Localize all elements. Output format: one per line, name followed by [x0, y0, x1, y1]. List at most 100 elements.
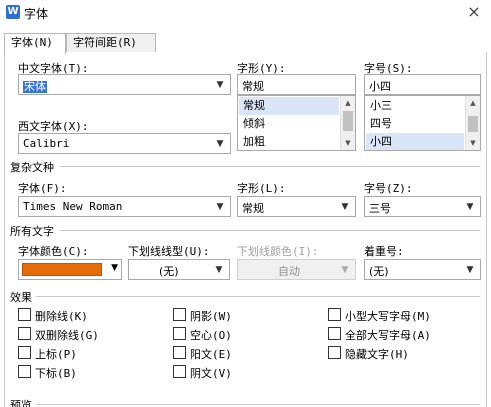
font-color-select[interactable]: ▼ — [18, 259, 122, 280]
checkbox-box[interactable] — [18, 365, 31, 378]
scroll-down-icon[interactable]: ▼ — [466, 137, 480, 149]
scroll-up-icon[interactable]: ▲ — [466, 97, 480, 109]
scroll-thumb[interactable] — [343, 111, 353, 131]
checkbox-box[interactable] — [173, 365, 186, 378]
checkbox-label: 下标(B) — [35, 367, 77, 380]
preview-group-divider — [36, 404, 480, 405]
preview-group-title: 预览 — [10, 397, 36, 407]
checkbox-box[interactable] — [328, 308, 341, 321]
chinese-font-select[interactable]: 宋体 ▼ — [18, 74, 231, 95]
checkbox-box[interactable] — [328, 327, 341, 340]
style-option[interactable]: 加粗 — [239, 133, 339, 150]
size-listbox[interactable]: 小三 四号 小四 ▲ ▼ — [364, 95, 481, 151]
checkbox-box[interactable] — [18, 308, 31, 321]
style-option[interactable]: 常规 — [239, 97, 339, 115]
checkbox-box[interactable] — [173, 327, 186, 340]
subscript-checkbox[interactable]: 下标(B) — [18, 364, 138, 380]
checkbox-label: 小型大写字母(M) — [345, 310, 431, 323]
underline-style-label: 下划线线型(U): — [128, 245, 210, 258]
style-option[interactable]: 倾斜 — [239, 115, 339, 133]
scroll-up-icon[interactable]: ▲ — [341, 97, 355, 109]
western-font-label: 西文字体(X): — [18, 120, 89, 133]
size-option[interactable]: 小三 — [366, 97, 464, 115]
size-option[interactable]: 四号 — [366, 115, 464, 133]
chevron-down-icon: ▼ — [466, 202, 474, 212]
chevron-down-icon: ▼ — [216, 202, 224, 212]
shadow-checkbox[interactable]: 阴影(W) — [173, 307, 293, 323]
complex-group-title: 复杂文种 — [10, 159, 58, 175]
checkbox-label: 上标(P) — [35, 348, 77, 361]
complex-style-select[interactable]: 常规 ▼ — [237, 196, 356, 217]
style-input-value: 常规 — [242, 80, 264, 93]
underline-color-value: 自动 — [278, 265, 300, 278]
chevron-down-icon: ▼ — [341, 265, 349, 275]
checkbox-label: 删除线(K) — [35, 310, 88, 323]
strikethrough-checkbox[interactable]: 删除线(K) — [18, 307, 138, 323]
title-bar: W 字体 × — [0, 0, 491, 26]
style-input[interactable]: 常规 — [237, 74, 356, 95]
emphasis-label: 着重号: — [364, 245, 404, 258]
small-caps-checkbox[interactable]: 小型大写字母(M) — [328, 307, 478, 323]
western-font-select[interactable]: Calibri ▼ — [18, 133, 231, 154]
effects-group-title: 效果 — [10, 289, 36, 305]
chevron-down-icon: ▼ — [466, 265, 474, 275]
color-swatch — [22, 263, 102, 276]
all-text-group-title: 所有文字 — [10, 223, 58, 239]
engrave-checkbox[interactable]: 阴文(V) — [173, 364, 293, 380]
outline-checkbox[interactable]: 空心(O) — [173, 326, 293, 342]
emboss-checkbox[interactable]: 阳文(E) — [173, 345, 293, 361]
size-option[interactable]: 小四 — [366, 133, 464, 150]
western-font-value: Calibri — [23, 137, 70, 150]
complex-group-divider — [60, 166, 480, 167]
complex-size-select[interactable]: 三号 ▼ — [364, 196, 481, 217]
complex-font-value: Times New Roman — [23, 200, 123, 213]
checkbox-label: 阴文(V) — [190, 367, 232, 380]
checkbox-label: 隐藏文字(H) — [345, 348, 409, 361]
style-scrollbar[interactable]: ▲ ▼ — [340, 96, 355, 150]
checkbox-label: 空心(O) — [190, 329, 232, 342]
all-caps-checkbox[interactable]: 全部大写字母(A) — [328, 326, 478, 342]
wps-app-icon: W — [6, 5, 20, 19]
chevron-down-icon: ▼ — [111, 263, 118, 273]
complex-font-select[interactable]: Times New Roman ▼ — [18, 196, 231, 217]
checkbox-box[interactable] — [173, 346, 186, 359]
effects-group-divider — [36, 296, 480, 297]
complex-style-label: 字形(L): — [237, 182, 286, 195]
chevron-down-icon: ▼ — [341, 202, 349, 212]
scroll-thumb[interactable] — [468, 116, 478, 132]
style-listbox[interactable]: 常规 倾斜 加粗 ▲ ▼ — [237, 95, 356, 151]
close-icon[interactable]: × — [465, 2, 483, 21]
chevron-down-icon: ▼ — [216, 139, 224, 149]
size-input-value: 小四 — [369, 80, 391, 93]
size-input[interactable]: 小四 — [364, 74, 481, 95]
complex-size-value: 三号 — [369, 202, 391, 215]
tab-font[interactable]: 字体(N) — [4, 33, 66, 54]
font-color-label: 字体颜色(C): — [18, 245, 89, 258]
chevron-down-icon: ▼ — [215, 265, 223, 275]
checkbox-box[interactable] — [18, 327, 31, 340]
double-strikethrough-checkbox[interactable]: 双删除线(G) — [18, 326, 138, 342]
all-text-group-divider — [60, 230, 480, 231]
chinese-font-value: 宋体 — [23, 81, 47, 93]
underline-style-value: (无) — [159, 265, 179, 278]
dialog-title: 字体 — [24, 7, 49, 21]
checkbox-label: 全部大写字母(A) — [345, 329, 431, 342]
underline-color-label: 下划线颜色(I): — [237, 245, 319, 258]
superscript-checkbox[interactable]: 上标(P) — [18, 345, 138, 361]
underline-style-select[interactable]: (无) ▼ — [128, 259, 230, 280]
emphasis-select[interactable]: (无) ▼ — [364, 259, 481, 280]
scroll-down-icon[interactable]: ▼ — [341, 137, 355, 149]
chevron-down-icon: ▼ — [216, 80, 224, 90]
checkbox-box[interactable] — [18, 346, 31, 359]
hidden-text-checkbox[interactable]: 隐藏文字(H) — [328, 345, 478, 361]
tab-character-spacing[interactable]: 字符间距(R) — [66, 33, 156, 53]
complex-size-label: 字号(Z): — [364, 182, 413, 195]
size-scrollbar[interactable]: ▲ ▼ — [465, 96, 480, 150]
checkbox-box[interactable] — [328, 346, 341, 359]
checkbox-label: 阴影(W) — [190, 310, 232, 323]
checkbox-label: 阳文(E) — [190, 348, 232, 361]
complex-style-value: 常规 — [242, 202, 264, 215]
checkbox-box[interactable] — [173, 308, 186, 321]
underline-color-select: 自动 ▼ — [237, 259, 356, 280]
complex-font-label: 字体(F): — [18, 182, 67, 195]
